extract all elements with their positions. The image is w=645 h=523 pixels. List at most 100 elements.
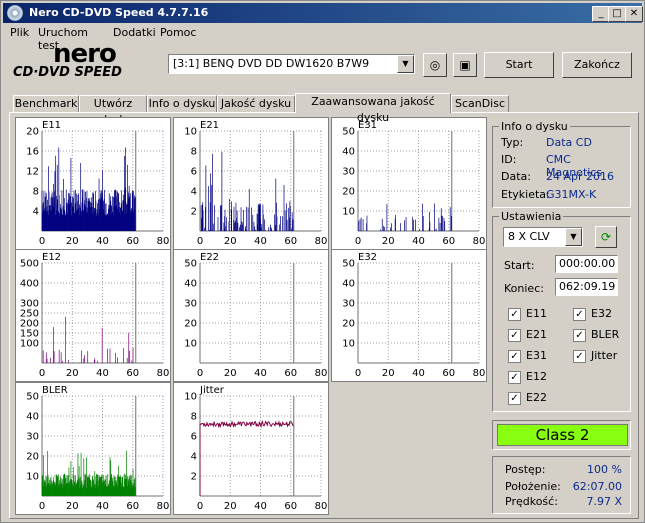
tab-create-disc[interactable]: Utwórz dysk bbox=[79, 95, 147, 126]
y-tick-label: 8 bbox=[33, 187, 39, 198]
y-tick-label: 8 bbox=[191, 147, 197, 158]
x-tick-label: 40 bbox=[412, 236, 425, 247]
progress-value: 100 % bbox=[587, 463, 622, 476]
x-tick-label: 80 bbox=[157, 501, 170, 512]
disc-label-value: G31MX-K bbox=[546, 188, 597, 201]
y-tick-label: 150 bbox=[20, 329, 39, 340]
x-tick-label: 0 bbox=[39, 501, 45, 512]
x-tick-label: 20 bbox=[224, 501, 237, 512]
title-bar[interactable]: Nero CD-DVD Speed 4.7.7.16 _ □ ✕ bbox=[3, 3, 643, 23]
checkbox-bler-label: BLER bbox=[591, 328, 620, 341]
close-button[interactable]: ✕ bbox=[625, 6, 643, 22]
position-label: Położenie: bbox=[505, 480, 561, 493]
tab-disc-quality[interactable]: Jakość dysku bbox=[217, 95, 295, 112]
checkbox-jitter[interactable]: ✓ bbox=[573, 350, 586, 363]
chart-title: BLER bbox=[42, 385, 68, 396]
chart-bler-plot: 10 20 30 40 50 0 20 40 60 80 bbox=[26, 392, 170, 513]
chart-e21: 2 4 6 8 10 0 20 40 60 80 E21 bbox=[173, 117, 329, 250]
chart-title: E11 bbox=[42, 120, 62, 131]
disc-icon: ◎ bbox=[429, 58, 441, 72]
checkbox-bler[interactable]: ✓ bbox=[573, 329, 586, 342]
x-tick-label: 20 bbox=[382, 368, 395, 379]
chevron-down-icon[interactable]: ▼ bbox=[397, 55, 414, 73]
x-tick-label: 40 bbox=[254, 368, 267, 379]
status-group: Postęp: 100 % Położenie: 62:07.00 Prędko… bbox=[492, 456, 631, 514]
x-tick-label: 60 bbox=[126, 501, 139, 512]
end-time-field[interactable]: 062:09.19 bbox=[555, 278, 618, 296]
start-time-field[interactable]: 000:00.00 bbox=[555, 255, 618, 273]
save-button[interactable]: ▣ bbox=[453, 53, 477, 77]
y-tick-label: 50 bbox=[342, 259, 355, 270]
x-tick-label: 80 bbox=[157, 368, 170, 379]
drive-select[interactable]: [3:1] BENQ DVD DD DW1620 B7W9 ▼ bbox=[168, 54, 415, 74]
x-tick-label: 0 bbox=[39, 368, 45, 379]
maximize-button[interactable]: □ bbox=[608, 6, 626, 22]
x-tick-label: 80 bbox=[157, 236, 170, 247]
x-tick-label: 40 bbox=[254, 501, 267, 512]
chart-e22-plot: 10 20 30 40 50 0 20 40 60 80 bbox=[184, 259, 327, 380]
chart-e31-plot: 10 20 30 40 50 0 20 40 60 80 bbox=[342, 127, 485, 248]
y-tick-label: 20 bbox=[342, 187, 355, 198]
y-tick-label: 12 bbox=[26, 167, 39, 178]
x-tick-label: 60 bbox=[126, 368, 139, 379]
tab-benchmark[interactable]: Benchmark bbox=[13, 95, 79, 112]
checkbox-e31[interactable]: ✓ bbox=[508, 350, 521, 363]
x-tick-label: 0 bbox=[197, 236, 203, 247]
y-tick-label: 10 bbox=[184, 392, 197, 403]
nero-logo: nero CD·DVD SPEED bbox=[13, 39, 163, 83]
chart-e32-plot: 10 20 30 40 50 0 20 40 60 80 bbox=[342, 259, 485, 380]
disc-date-value: 24 Apr 2016 bbox=[546, 170, 615, 183]
refresh-button[interactable]: ⟳ bbox=[595, 226, 617, 248]
tab-disc-info[interactable]: Info o dysku bbox=[147, 95, 217, 112]
y-tick-label: 20 bbox=[26, 127, 39, 138]
disc-label-label: Etykieta: bbox=[501, 188, 550, 201]
x-tick-label: 80 bbox=[315, 501, 328, 512]
y-tick-label: 30 bbox=[26, 432, 39, 443]
x-tick-label: 60 bbox=[442, 368, 455, 379]
speed-value: 7.97 X bbox=[586, 495, 622, 508]
y-tick-label: 50 bbox=[26, 392, 39, 403]
chevron-down-icon[interactable]: ▼ bbox=[565, 228, 582, 246]
settings-group: Ustawienia 8 X CLV ▼ ⟳ Start: 000:00.00 … bbox=[492, 210, 631, 412]
chart-e32: 10 20 30 40 50 0 20 40 60 80 E32 bbox=[331, 249, 487, 382]
end-label: Koniec: bbox=[504, 282, 544, 295]
checkbox-e32-label: E32 bbox=[591, 307, 612, 320]
checkbox-e32[interactable]: ✓ bbox=[573, 308, 586, 321]
checkbox-e21[interactable]: ✓ bbox=[508, 329, 521, 342]
y-tick-label: 2 bbox=[191, 472, 197, 483]
checkbox-e11[interactable]: ✓ bbox=[508, 308, 521, 321]
y-tick-label: 50 bbox=[342, 127, 355, 138]
x-tick-label: 20 bbox=[66, 501, 79, 512]
exit-button[interactable]: Zakończ bbox=[562, 52, 632, 78]
checkbox-e12[interactable]: ✓ bbox=[508, 371, 521, 384]
tab-advanced-quality[interactable]: Zaawansowana jakość dysku bbox=[295, 93, 451, 124]
disc-info-title: Info o dysku bbox=[499, 120, 570, 133]
logo-subtitle: CD·DVD SPEED bbox=[13, 65, 122, 80]
x-tick-label: 60 bbox=[284, 368, 297, 379]
menu-pomoc[interactable]: Pomoc bbox=[160, 26, 196, 39]
start-button[interactable]: Start bbox=[484, 52, 554, 78]
chart-bler: 10 20 30 40 50 0 20 40 60 80 BLER bbox=[15, 382, 171, 515]
disc-type-label: Typ: bbox=[501, 136, 524, 149]
y-tick-label: 40 bbox=[342, 147, 355, 158]
disc-id-label: ID: bbox=[501, 153, 517, 166]
speed-select[interactable]: 8 X CLV ▼ bbox=[503, 227, 583, 247]
x-tick-label: 20 bbox=[66, 236, 79, 247]
y-tick-label: 10 bbox=[184, 127, 197, 138]
x-tick-label: 0 bbox=[197, 368, 203, 379]
y-tick-label: 40 bbox=[26, 412, 39, 423]
y-tick-label: 6 bbox=[191, 432, 197, 443]
checkbox-e22[interactable]: ✓ bbox=[508, 392, 521, 405]
y-tick-label: 30 bbox=[342, 299, 355, 310]
chart-title: Jitter bbox=[200, 385, 224, 396]
menu-plik[interactable]: Plik bbox=[10, 26, 29, 39]
x-tick-label: 80 bbox=[315, 236, 328, 247]
refresh-icon: ⟳ bbox=[600, 230, 612, 244]
y-tick-label: 4 bbox=[33, 207, 39, 218]
position-value: 62:07.00 bbox=[572, 480, 622, 493]
tab-scandisc[interactable]: ScanDisc bbox=[451, 95, 509, 112]
menu-dodatki[interactable]: Dodatki bbox=[113, 26, 156, 39]
disc-info-button[interactable]: ◎ bbox=[423, 53, 447, 77]
checkbox-e21-label: E21 bbox=[526, 328, 547, 341]
speed-label: Prędkość: bbox=[505, 495, 558, 508]
